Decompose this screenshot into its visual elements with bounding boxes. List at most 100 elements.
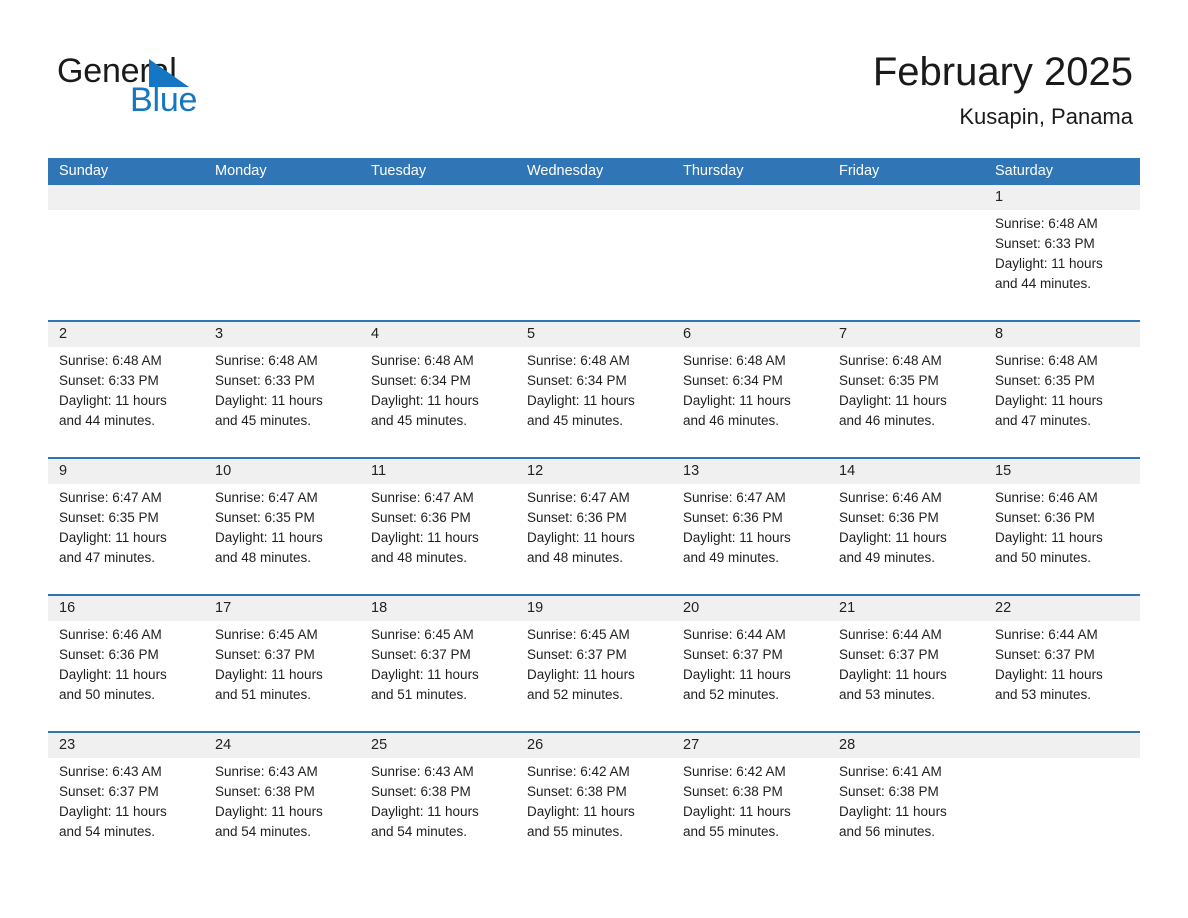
day-detail-line: Sunset: 6:38 PM xyxy=(839,784,939,799)
day-detail-line: Sunrise: 6:48 AM xyxy=(995,216,1098,231)
day-number-7[interactable]: 7 xyxy=(828,322,984,347)
day-cell-10[interactable]: Sunrise: 6:47 AM Sunset: 6:35 PM Daylight:… xyxy=(204,484,360,594)
day-number-19[interactable]: 19 xyxy=(516,596,672,621)
day-cell-22[interactable]: Sunrise: 6:44 AM Sunset: 6:37 PM Daylight:… xyxy=(984,621,1140,731)
day-detail-line: Sunset: 6:38 PM xyxy=(215,784,315,799)
day-detail-line: Daylight: 11 hours xyxy=(59,667,167,682)
day-number-14[interactable]: 14 xyxy=(828,459,984,484)
day-of-week-header-tuesday: Tuesday xyxy=(371,163,427,179)
day-detail-line: Daylight: 11 hours xyxy=(839,530,947,545)
day-number-11[interactable]: 11 xyxy=(360,459,516,484)
day-number-2[interactable]: 2 xyxy=(48,322,204,347)
day-cell-24[interactable]: Sunrise: 6:43 AM Sunset: 6:38 PM Daylight:… xyxy=(204,758,360,868)
day-cell-8[interactable]: Sunrise: 6:48 AM Sunset: 6:35 PM Daylight:… xyxy=(984,347,1140,457)
day-detail-line: Sunrise: 6:42 AM xyxy=(527,764,630,779)
day-number-20[interactable]: 20 xyxy=(672,596,828,621)
day-detail-line: Sunset: 6:36 PM xyxy=(839,510,939,525)
day-number-16[interactable]: 16 xyxy=(48,596,204,621)
day-number-28[interactable]: 28 xyxy=(828,733,984,758)
day-detail-line: Sunrise: 6:48 AM xyxy=(683,353,786,368)
day-cell-2[interactable]: Sunrise: 6:48 AM Sunset: 6:33 PM Daylight:… xyxy=(48,347,204,457)
day-number-empty xyxy=(984,733,1140,758)
day-number-4[interactable]: 4 xyxy=(360,322,516,347)
day-number-3[interactable]: 3 xyxy=(204,322,360,347)
day-number-26[interactable]: 26 xyxy=(516,733,672,758)
day-number-empty xyxy=(516,185,672,210)
day-cell-14[interactable]: Sunrise: 6:46 AM Sunset: 6:36 PM Daylight:… xyxy=(828,484,984,594)
day-number-22[interactable]: 22 xyxy=(984,596,1140,621)
day-cell-16[interactable]: Sunrise: 6:46 AM Sunset: 6:36 PM Daylight:… xyxy=(48,621,204,731)
day-cell-23[interactable]: Sunrise: 6:43 AM Sunset: 6:37 PM Daylight:… xyxy=(48,758,204,868)
day-detail-line: Sunset: 6:36 PM xyxy=(683,510,783,525)
day-detail-line: and 53 minutes. xyxy=(995,687,1092,702)
day-detail-line: Daylight: 11 hours xyxy=(371,530,479,545)
day-cell-25[interactable]: Sunrise: 6:43 AM Sunset: 6:38 PM Daylight:… xyxy=(360,758,516,868)
day-number-5[interactable]: 5 xyxy=(516,322,672,347)
day-number-17[interactable]: 17 xyxy=(204,596,360,621)
day-detail-line: Daylight: 11 hours xyxy=(527,667,635,682)
day-detail-line: Daylight: 11 hours xyxy=(59,530,167,545)
page-title: February 2025 xyxy=(872,50,1133,94)
day-number-21[interactable]: 21 xyxy=(828,596,984,621)
day-cell-7[interactable]: Sunrise: 6:48 AM Sunset: 6:35 PM Daylight:… xyxy=(828,347,984,457)
day-detail-line: and 45 minutes. xyxy=(215,413,312,428)
day-cell-20[interactable]: Sunrise: 6:44 AM Sunset: 6:37 PM Daylight:… xyxy=(672,621,828,731)
day-number-23[interactable]: 23 xyxy=(48,733,204,758)
day-cell-9[interactable]: Sunrise: 6:47 AM Sunset: 6:35 PM Daylight:… xyxy=(48,484,204,594)
day-cell-18[interactable]: Sunrise: 6:45 AM Sunset: 6:37 PM Daylight:… xyxy=(360,621,516,731)
day-cell-13[interactable]: Sunrise: 6:47 AM Sunset: 6:36 PM Daylight:… xyxy=(672,484,828,594)
day-number-24[interactable]: 24 xyxy=(204,733,360,758)
day-of-week-header-saturday: Saturday xyxy=(995,163,1054,179)
day-detail-line: Sunset: 6:37 PM xyxy=(59,784,159,799)
day-cell-6[interactable]: Sunrise: 6:48 AM Sunset: 6:34 PM Daylight:… xyxy=(672,347,828,457)
calendar-page: General Blue February 2025 Kusapin, Pana… xyxy=(0,0,1188,918)
day-detail-line: Sunset: 6:35 PM xyxy=(215,510,315,525)
day-cell-5[interactable]: Sunrise: 6:48 AM Sunset: 6:34 PM Daylight:… xyxy=(516,347,672,457)
day-number-8[interactable]: 8 xyxy=(984,322,1140,347)
day-cell-27[interactable]: Sunrise: 6:42 AM Sunset: 6:38 PM Daylight:… xyxy=(672,758,828,868)
day-cell-empty xyxy=(48,210,204,320)
day-number-1[interactable]: 1 xyxy=(984,185,1140,210)
day-cell-19[interactable]: Sunrise: 6:45 AM Sunset: 6:37 PM Daylight:… xyxy=(516,621,672,731)
day-cell-4[interactable]: Sunrise: 6:48 AM Sunset: 6:34 PM Daylight:… xyxy=(360,347,516,457)
day-cell-1[interactable]: Sunrise: 6:48 AM Sunset: 6:33 PM Daylight:… xyxy=(984,210,1140,320)
day-detail-line: and 52 minutes. xyxy=(527,687,624,702)
day-number-18[interactable]: 18 xyxy=(360,596,516,621)
day-detail-line: and 48 minutes. xyxy=(527,550,624,565)
day-cell-empty xyxy=(828,210,984,320)
day-detail-line: Sunrise: 6:46 AM xyxy=(59,627,162,642)
day-cell-21[interactable]: Sunrise: 6:44 AM Sunset: 6:37 PM Daylight:… xyxy=(828,621,984,731)
day-number-15[interactable]: 15 xyxy=(984,459,1140,484)
day-cell-26[interactable]: Sunrise: 6:42 AM Sunset: 6:38 PM Daylight:… xyxy=(516,758,672,868)
day-number-10[interactable]: 10 xyxy=(204,459,360,484)
day-number-9[interactable]: 9 xyxy=(48,459,204,484)
day-cell-15[interactable]: Sunrise: 6:46 AM Sunset: 6:36 PM Daylight:… xyxy=(984,484,1140,594)
day-detail-line: Sunrise: 6:47 AM xyxy=(215,490,318,505)
day-cell-11[interactable]: Sunrise: 6:47 AM Sunset: 6:36 PM Daylight:… xyxy=(360,484,516,594)
day-of-week-header-monday: Monday xyxy=(215,163,267,179)
day-number-6[interactable]: 6 xyxy=(672,322,828,347)
day-detail-line: Sunset: 6:37 PM xyxy=(371,647,471,662)
day-cell-17[interactable]: Sunrise: 6:45 AM Sunset: 6:37 PM Daylight:… xyxy=(204,621,360,731)
day-cell-3[interactable]: Sunrise: 6:48 AM Sunset: 6:33 PM Daylight:… xyxy=(204,347,360,457)
day-number-27[interactable]: 27 xyxy=(672,733,828,758)
day-detail-line: and 46 minutes. xyxy=(683,413,780,428)
day-detail-line: Sunset: 6:34 PM xyxy=(527,373,627,388)
day-cell-empty xyxy=(204,210,360,320)
day-number-12[interactable]: 12 xyxy=(516,459,672,484)
day-cell-12[interactable]: Sunrise: 6:47 AM Sunset: 6:36 PM Daylight:… xyxy=(516,484,672,594)
day-detail-line: and 45 minutes. xyxy=(527,413,624,428)
day-detail-line: Daylight: 11 hours xyxy=(527,393,635,408)
day-detail-line: and 54 minutes. xyxy=(215,824,312,839)
day-detail-line: Daylight: 11 hours xyxy=(527,804,635,819)
day-detail-line: Sunrise: 6:45 AM xyxy=(371,627,474,642)
day-detail-line: Sunrise: 6:47 AM xyxy=(683,490,786,505)
day-cell-empty xyxy=(984,758,1140,868)
day-number-13[interactable]: 13 xyxy=(672,459,828,484)
day-number-25[interactable]: 25 xyxy=(360,733,516,758)
day-of-week-header-sunday: Sunday xyxy=(59,163,109,179)
day-cell-28[interactable]: Sunrise: 6:41 AM Sunset: 6:38 PM Daylight:… xyxy=(828,758,984,868)
day-detail-line: Sunset: 6:38 PM xyxy=(371,784,471,799)
day-detail-line: and 53 minutes. xyxy=(839,687,936,702)
day-detail-line: Daylight: 11 hours xyxy=(683,804,791,819)
